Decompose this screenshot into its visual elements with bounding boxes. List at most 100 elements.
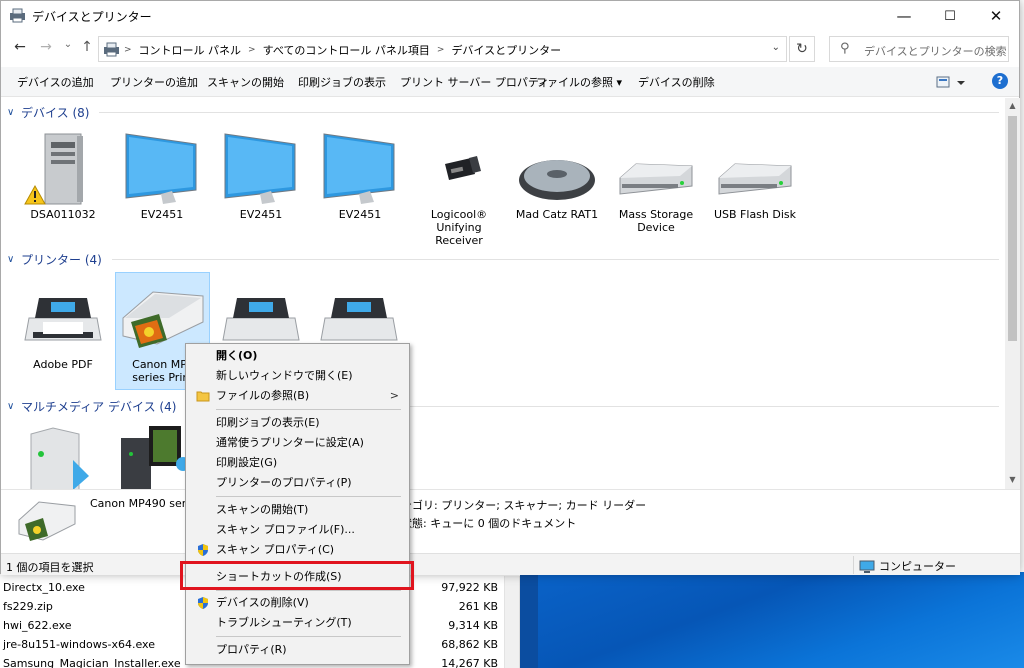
file-size: 68,862 KB [441, 638, 498, 651]
view-options-icon[interactable] [936, 74, 966, 90]
monitor-icon [215, 128, 307, 208]
forward-arrow-icon[interactable]: → [36, 39, 56, 55]
minimize-button[interactable]: — [881, 1, 927, 31]
breadcrumb: > コントロール パネル > すべてのコントロール パネル項目 > デバイスとプ… [124, 42, 561, 58]
remove-device-button[interactable]: デバイスの削除 [638, 74, 715, 90]
collapse-chevron-icon[interactable]: ∨ [7, 254, 21, 265]
scroll-down-arrow-icon[interactable]: ▼ [1005, 475, 1020, 484]
menu-item-label: 開く(O) [216, 349, 258, 362]
collapse-chevron-icon[interactable]: ∨ [7, 401, 21, 412]
device-item[interactable]: EV2451 [116, 128, 208, 221]
devices-printers-window: デバイスとプリンター — ☐ ✕ ← → ⌄ ↑ > コントロール パネル > … [0, 0, 1020, 575]
search-box[interactable]: ⚲ デバイスとプリンターの検索 [829, 36, 1009, 62]
details-category: テゴリ: プリンター; スキャナー; カード リーダー [401, 499, 647, 512]
menu-item-label: 通常使うプリンターに設定(A) [216, 436, 364, 449]
print-server-properties-button[interactable]: プリント サーバー プロパティ [400, 74, 549, 90]
scroll-up-arrow-icon[interactable]: ▲ [1005, 101, 1020, 110]
monitor-icon [314, 128, 406, 208]
menu-item-set-default-printer[interactable]: 通常使うプリンターに設定(A) [188, 433, 407, 453]
search-input[interactable]: デバイスとプリンターの検索 [864, 43, 1007, 59]
menu-item-show-print-jobs[interactable]: 印刷ジョブの表示(E) [188, 413, 407, 433]
details-status: 状態: キューに 0 個のドキュメント [401, 517, 577, 530]
menu-item-open[interactable]: 開く(O) [188, 346, 407, 366]
collapse-chevron-icon[interactable]: ∨ [7, 107, 21, 118]
breadcrumb-devices-printers[interactable]: デバイスとプリンター [451, 42, 561, 58]
breadcrumb-control-panel[interactable]: コントロール パネル [139, 42, 242, 58]
menu-item-remove-device[interactable]: デバイスの削除(V) [188, 593, 407, 613]
menu-item-label: デバイスの削除(V) [216, 596, 309, 609]
background-scrollbar[interactable] [504, 576, 519, 668]
devices-printers-icon [10, 8, 25, 23]
start-scan-button[interactable]: スキャンの開始 [207, 74, 284, 90]
file-name: Samsung_Magician_Installer.exe [3, 657, 181, 668]
menu-item-start-scan[interactable]: スキャンの開始(T) [188, 500, 407, 520]
device-item[interactable]: EV2451 [314, 128, 406, 221]
file-name: fs229.zip [3, 600, 53, 613]
control-panel-icon [104, 42, 119, 57]
menu-item-label: 印刷ジョブの表示(E) [216, 416, 320, 429]
file-size: 261 KB [458, 600, 498, 613]
menu-item-label: スキャンの開始(T) [216, 503, 309, 516]
menu-item-open-new-window[interactable]: 新しいウィンドウで開く(E) [188, 366, 407, 386]
up-arrow-icon[interactable]: ↑ [77, 39, 97, 55]
usb-receiver-icon [413, 128, 505, 208]
device-item[interactable]: USB Flash Disk [709, 128, 801, 221]
menu-item-print-settings[interactable]: 印刷設定(G) [188, 453, 407, 473]
breadcrumb-separator-icon[interactable]: > [437, 45, 445, 55]
recent-chevron-down-icon[interactable]: ⌄ [58, 39, 78, 50]
scrollbar-thumb[interactable] [1008, 116, 1017, 341]
maximize-button[interactable]: ☐ [927, 1, 973, 31]
status-divider [853, 556, 854, 574]
device-item[interactable]: Mass Storage Device [610, 128, 702, 234]
menu-item-printer-properties[interactable]: プリンターのプロパティ(P) [188, 473, 407, 493]
menu-item-label: トラブルシューティング(T) [216, 616, 352, 629]
group-title: プリンター (4) [21, 252, 102, 267]
menu-item-browse-files[interactable]: ファイルの参照(B) > [188, 386, 407, 406]
breadcrumb-separator-icon[interactable]: > [248, 45, 256, 55]
group-divider [99, 111, 999, 113]
help-button[interactable]: ? [992, 73, 1008, 89]
address-bar[interactable]: > コントロール パネル > すべてのコントロール パネル項目 > デバイスとプ… [98, 36, 787, 62]
multifunction-printer-icon [18, 501, 76, 541]
add-printer-button[interactable]: プリンターの追加 [110, 74, 198, 90]
breadcrumb-all-items[interactable]: すべてのコントロール パネル項目 [263, 42, 430, 58]
device-item[interactable]: Mad Catz RAT1 [511, 128, 603, 221]
desktop-background [520, 572, 1024, 668]
printer-item[interactable]: Adobe PDF [17, 278, 109, 371]
drive-icon [709, 128, 801, 208]
menu-item-label: スキャン プロパティ(C) [216, 543, 335, 556]
computer-monitor-icon [859, 560, 875, 573]
menu-separator [216, 409, 401, 410]
media-device-item[interactable] [17, 420, 109, 489]
menu-item-scan-properties[interactable]: スキャン プロパティ(C) [188, 540, 407, 560]
group-header-multimedia[interactable]: ∨ マルチメディア デバイス (4) [7, 396, 999, 416]
device-item[interactable]: DSA011032 [17, 128, 109, 221]
back-arrow-icon[interactable]: ← [10, 39, 30, 55]
breadcrumb-separator-icon[interactable]: > [124, 45, 132, 55]
group-header-printers[interactable]: ∨ プリンター (4) [7, 249, 999, 269]
device-item[interactable]: EV2451 [215, 128, 307, 221]
group-title: デバイス (8) [21, 105, 90, 120]
refresh-button[interactable]: ↻ [789, 36, 815, 62]
file-size: 9,314 KB [448, 619, 498, 632]
menu-separator [216, 636, 401, 637]
show-print-jobs-button[interactable]: 印刷ジョブの表示 [298, 74, 386, 90]
menu-item-troubleshoot[interactable]: トラブルシューティング(T) [188, 613, 407, 633]
device-label: Logicool® Unifying Receiver [430, 208, 488, 247]
annotation-highlight-box [180, 561, 414, 590]
command-bar: デバイスの追加 プリンターの追加 スキャンの開始 印刷ジョブの表示 プリント サ… [1, 67, 1019, 97]
group-header-devices[interactable]: ∨ デバイス (8) [7, 102, 999, 122]
menu-item-properties[interactable]: プロパティ(R) [188, 640, 407, 660]
browse-files-button[interactable]: ファイルの参照 ▾ [536, 74, 622, 90]
menu-item-scan-profiles[interactable]: スキャン プロファイル(F)... [188, 520, 407, 540]
title-bar[interactable]: デバイスとプリンター — ☐ ✕ [1, 1, 1019, 31]
close-button[interactable]: ✕ [973, 1, 1019, 31]
menu-item-label: プロパティ(R) [216, 643, 287, 656]
menu-separator [216, 496, 401, 497]
address-dropdown-chevron-icon[interactable]: ⌄ [772, 42, 780, 53]
device-item[interactable]: Logicool® Unifying Receiver [413, 128, 505, 247]
computer-tower-icon [17, 128, 109, 208]
add-device-button[interactable]: デバイスの追加 [17, 74, 94, 90]
vertical-scrollbar[interactable]: ▲ ▼ [1005, 98, 1020, 489]
details-pane: Canon MP490 ser テゴリ: プリンター; スキャナー; カード リ… [1, 489, 1020, 553]
